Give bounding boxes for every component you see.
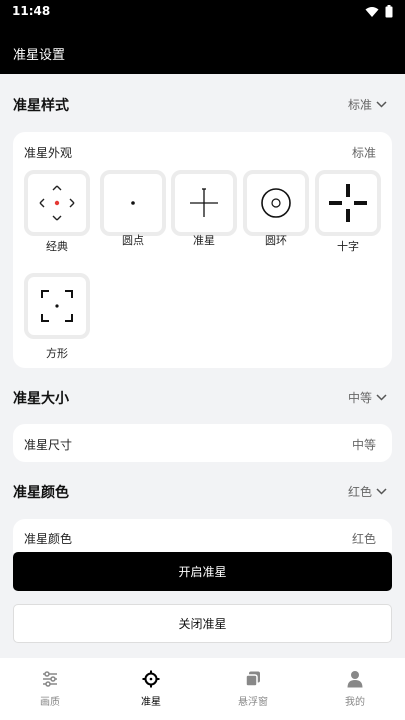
floating-window-icon (245, 671, 260, 687)
style-option-box (100, 170, 166, 236)
nav-item-crosshair[interactable]: 准星 (116, 668, 186, 708)
size-card-label: 准星尺寸 (24, 438, 73, 452)
size-section-dropdown[interactable]: 中等 (348, 389, 387, 406)
style-option-label: 准星 (193, 234, 215, 247)
classic-reticle-icon (39, 185, 75, 221)
size-card-value: 中等 (351, 438, 376, 452)
style-option-crosshair[interactable]: 准星 (171, 170, 237, 250)
color-card-label: 准星颜色 (24, 532, 73, 546)
style-option-label: 十字 (337, 240, 359, 253)
app-bar: 准星设置 (0, 24, 405, 74)
nav-label: 准星 (141, 697, 161, 708)
style-option-label: 经典 (46, 240, 68, 253)
crosshair-icon (142, 670, 160, 688)
style-card-value: 标准 (351, 146, 376, 160)
color-section-title: 准星颜色 (13, 485, 69, 501)
crosshair-reticle-icon (190, 188, 218, 217)
style-option-square[interactable]: 方形 (24, 273, 90, 360)
style-option-label: 圆环 (265, 234, 287, 247)
square-reticle-icon (41, 290, 73, 322)
enable-crosshair-button[interactable]: 开启准星 (13, 552, 392, 591)
nav-label: 画质 (40, 697, 60, 708)
chevron-down-icon (376, 488, 387, 495)
person-icon (347, 671, 363, 688)
style-card: 准星外观 标准 经典 圆点 准星 圆环 十字 方形 (13, 132, 392, 368)
color-section-dropdown[interactable]: 红色 (348, 483, 387, 500)
page-title: 准星设置 (13, 48, 66, 63)
ring-reticle-icon (261, 188, 291, 218)
battery-icon (385, 5, 393, 18)
chevron-down-icon (376, 101, 387, 108)
style-option-ring[interactable]: 圆环 (243, 170, 309, 250)
style-option-box (315, 170, 381, 236)
style-option-cross[interactable]: 十字 (315, 170, 381, 253)
bottom-nav: 画质 准星 悬浮窗 我的 (0, 658, 405, 720)
status-icons (365, 5, 393, 18)
color-card[interactable]: 准星颜色 红色 (13, 519, 392, 553)
wifi-icon (365, 6, 379, 17)
status-bar: 11:48 (0, 0, 405, 24)
style-option-classic[interactable]: 经典 (24, 170, 90, 253)
style-section-title: 准星样式 (13, 98, 69, 114)
size-section-title: 准星大小 (13, 391, 69, 407)
chevron-down-icon (376, 394, 387, 401)
style-section-header[interactable]: 准星样式 标准 (13, 89, 393, 119)
style-card-label: 准星外观 (24, 146, 73, 160)
status-time: 11:48 (12, 4, 51, 18)
style-option-box (24, 273, 90, 339)
color-section-value: 红色 (347, 485, 372, 499)
style-option-label: 圆点 (122, 234, 144, 247)
sliders-icon (43, 671, 57, 687)
nav-label: 我的 (345, 697, 365, 708)
color-section-header[interactable]: 准星颜色 红色 (13, 476, 393, 506)
nav-item-quality[interactable]: 画质 (15, 668, 85, 708)
style-option-box (243, 170, 309, 236)
size-section-value: 中等 (347, 391, 372, 405)
size-section-header[interactable]: 准星大小 中等 (13, 382, 393, 412)
style-option-label: 方形 (46, 347, 68, 360)
dot-reticle-icon (131, 201, 135, 205)
color-card-value: 红色 (351, 532, 376, 546)
size-card[interactable]: 准星尺寸 中等 (13, 424, 392, 462)
cross-reticle-icon (329, 184, 367, 222)
style-section-dropdown[interactable]: 标准 (348, 96, 387, 113)
nav-item-profile[interactable]: 我的 (320, 668, 390, 708)
nav-label: 悬浮窗 (238, 697, 268, 708)
nav-item-floating-window[interactable]: 悬浮窗 (218, 668, 288, 708)
disable-crosshair-button[interactable]: 关闭准星 (13, 604, 392, 643)
style-section-value: 标准 (347, 98, 372, 112)
style-option-dot[interactable]: 圆点 (100, 170, 166, 250)
style-option-box (171, 170, 237, 236)
style-option-box (24, 170, 90, 236)
